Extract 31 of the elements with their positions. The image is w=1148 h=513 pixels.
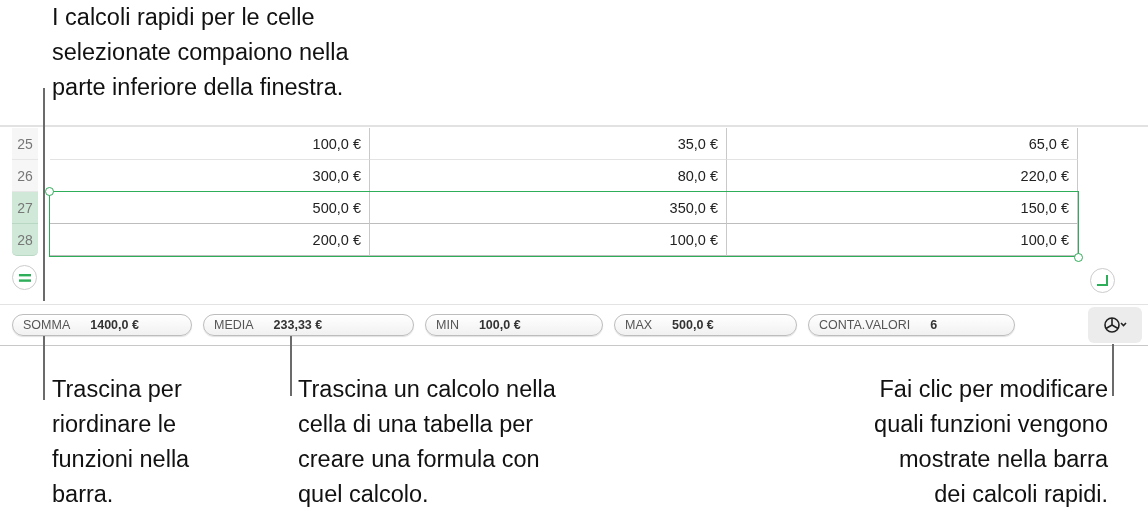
equals-icon bbox=[18, 273, 31, 282]
leader-line bbox=[1112, 344, 1114, 396]
table-cell: 35,0 € bbox=[370, 128, 727, 160]
table-cell: 350,0 € bbox=[370, 192, 727, 224]
selection-handle[interactable] bbox=[1074, 253, 1083, 262]
quick-calc-pill[interactable]: MIN 100,0 € bbox=[425, 314, 603, 336]
formula-button[interactable] bbox=[12, 265, 37, 290]
row-number[interactable]: 26 bbox=[12, 160, 38, 192]
table-cell: 200,0 € bbox=[50, 224, 370, 256]
quick-calc-pill[interactable]: MAX 500,0 € bbox=[614, 314, 797, 336]
table-cell: 80,0 € bbox=[370, 160, 727, 192]
settings-button[interactable] bbox=[1088, 307, 1142, 343]
quick-calc-pill[interactable]: CONTA.VALORI 6 bbox=[808, 314, 1015, 336]
settings-icon bbox=[1102, 315, 1128, 335]
quick-calc-pill[interactable]: SOMMA 1400,0 € bbox=[12, 314, 192, 336]
table-cell: 100,0 € bbox=[370, 224, 727, 256]
table-cell: 150,0 € bbox=[727, 192, 1078, 224]
corner-icon bbox=[1097, 275, 1108, 286]
leader-line bbox=[290, 336, 292, 396]
table-cell: 65,0 € bbox=[727, 128, 1078, 160]
table-cell: 220,0 € bbox=[727, 160, 1078, 192]
row-number[interactable]: 28 bbox=[12, 224, 38, 256]
callout-text: Trascina per riordinare le funzioni nella barra. bbox=[52, 375, 191, 509]
leader-line bbox=[43, 336, 45, 400]
quick-calc-pill[interactable]: MEDIA 233,33 € bbox=[203, 314, 414, 336]
callout-text: Trascina un calcolo nella cella di una tabella per creare una formula con quel calcolo. bbox=[298, 375, 557, 509]
callout-text: I calcoli rapidi per le celle selezionate compaiono nella parte inferiore della finestra. bbox=[52, 3, 350, 102]
row-number[interactable]: 25 bbox=[12, 128, 38, 160]
callout-text: Fai clic per modificare quali funzioni vengono mostrate nella barra dei calcoli rapidi. bbox=[874, 375, 1108, 509]
table-cell: 100,0 € bbox=[50, 128, 370, 160]
resize-button[interactable] bbox=[1090, 268, 1115, 293]
